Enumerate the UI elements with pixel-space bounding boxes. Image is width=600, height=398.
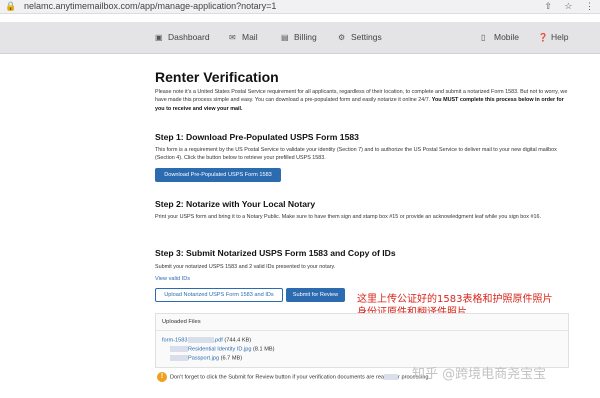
redacted-block [170, 346, 188, 352]
nav-item-mobile[interactable]: ▯ Mobile [481, 32, 519, 42]
step3-text: Submit your notarized USPS 1583 and 2 va… [155, 264, 336, 270]
warning-icon: ! [157, 372, 167, 382]
nav-item-dashboard[interactable]: ▣ Dashboard [155, 32, 210, 42]
redacted-block [187, 337, 214, 343]
view-valid-ids-link[interactable]: View valid IDs [155, 276, 190, 282]
nav-item-billing[interactable]: ▤ Billing [281, 32, 317, 42]
nav-label: Mobile [494, 32, 520, 42]
file-size: (6.7 MB) [220, 355, 243, 362]
download-form-button[interactable]: Download Pre-Populated USPS Form 1583 [155, 168, 281, 182]
file-name[interactable]: form-1583 [162, 337, 188, 343]
nav-item-help[interactable]: ❓ Help [538, 32, 568, 42]
nav-item-settings[interactable]: ⚙ Settings [338, 32, 382, 42]
annotation-line-1: 这里上传公证好的1583表格和护照原件照片 [357, 294, 553, 305]
nav-label: Settings [351, 32, 382, 42]
step1-heading: Step 1: Download Pre-Populated USPS Form… [155, 132, 359, 142]
file-row[interactable]: Passport.jpg (6.7 MB) [170, 355, 242, 361]
file-name[interactable]: Residential Identity ID.jpg [188, 346, 251, 352]
intro-text: Please note it's a United States Postal … [155, 88, 570, 113]
top-navigation: ▣ Dashboard ✉ Mail ▤ Billing ⚙ Settings ▯ Mob… [0, 22, 600, 54]
url-text[interactable]: nelamc.anytimemailbox.com/app/manage-app… [24, 1, 276, 11]
step2-heading: Step 2: Notarize with Your Local Notary [155, 199, 316, 209]
bookmark-star-icon[interactable]: ☆ [564, 1, 572, 11]
submit-for-review-button[interactable]: Submit for Review [286, 288, 345, 302]
submit-reminder: ! Don't forget to click the Submit for Re… [157, 372, 430, 382]
nav-label: Dashboard [168, 32, 210, 42]
redacted-block [384, 374, 399, 380]
watermark: 知乎 @跨境电商尧宝宝 [412, 367, 547, 382]
step3-heading: Step 3: Submit Notarized USPS Form 1583 … [155, 248, 396, 258]
redacted-block [170, 355, 188, 361]
uploaded-files-heading: Uploaded Files [156, 314, 568, 331]
nav-item-mail[interactable]: ✉ Mail [229, 32, 258, 42]
file-extension[interactable]: .pdf [214, 337, 223, 343]
step2-text: Print your USPS form and bring it to a N… [155, 214, 541, 220]
menu-dots-icon[interactable]: ⋮ [585, 1, 594, 11]
file-row[interactable]: Residential Identity ID.jpg (8.1 MB) [170, 346, 274, 352]
file-name[interactable]: Passport.jpg [188, 355, 219, 361]
mobile-icon: ▯ [481, 33, 486, 42]
file-size: (8.1 MB) [253, 346, 275, 353]
billing-icon: ▤ [281, 33, 289, 42]
file-row[interactable]: form-1583 .pdf (744.4 KB) [162, 337, 251, 343]
settings-icon: ⚙ [338, 33, 346, 42]
nav-label: Mail [242, 32, 258, 42]
browser-url-bar[interactable]: 🔒 nelamc.anytimemailbox.com/app/manage-a… [0, 0, 600, 14]
upload-documents-button[interactable]: Upload Notarized USPS Form 1583 and IDs [155, 288, 283, 302]
dashboard-icon: ▣ [155, 33, 163, 42]
reminder-text: Don't forget to click the Submit for Rev… [170, 374, 385, 381]
step1-text: This form is a requirement by the US Pos… [155, 147, 557, 162]
nav-label: Help [551, 32, 569, 42]
file-size: (744.4 KB) [224, 337, 252, 344]
help-icon: ❓ [538, 33, 548, 42]
page-title: Renter Verification [155, 69, 279, 85]
share-icon[interactable]: ⇧ [544, 1, 552, 11]
nav-label: Billing [294, 32, 317, 42]
lock-icon: 🔒 [5, 1, 17, 11]
mail-icon: ✉ [229, 33, 236, 42]
